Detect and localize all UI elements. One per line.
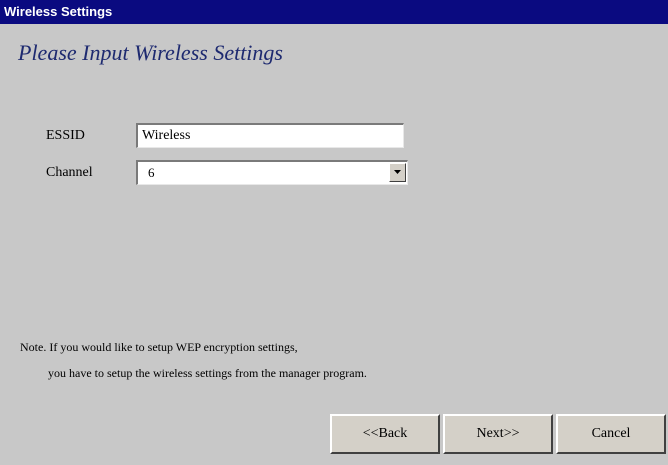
wireless-settings-window: Wireless Settings Please Input Wireless …	[0, 0, 668, 465]
channel-dropdown-button[interactable]	[389, 163, 406, 182]
note-line-1: Note. If you would like to setup WEP enc…	[20, 340, 298, 354]
essid-label: ESSID	[46, 128, 85, 143]
page-heading: Please Input Wireless Settings	[18, 40, 283, 65]
chevron-down-icon	[394, 170, 401, 174]
window-titlebar: Wireless Settings	[0, 0, 668, 24]
channel-selected-value: 6	[148, 165, 155, 180]
note-line-2: you have to setup the wireless settings …	[48, 366, 367, 380]
next-button[interactable]: Next>>	[443, 414, 553, 454]
channel-select[interactable]: 6	[136, 160, 408, 185]
channel-label: Channel	[46, 165, 93, 180]
essid-input[interactable]	[136, 123, 404, 148]
window-title: Wireless Settings	[4, 4, 113, 19]
cancel-button[interactable]: Cancel	[556, 414, 666, 454]
back-button[interactable]: <<Back	[330, 414, 440, 454]
